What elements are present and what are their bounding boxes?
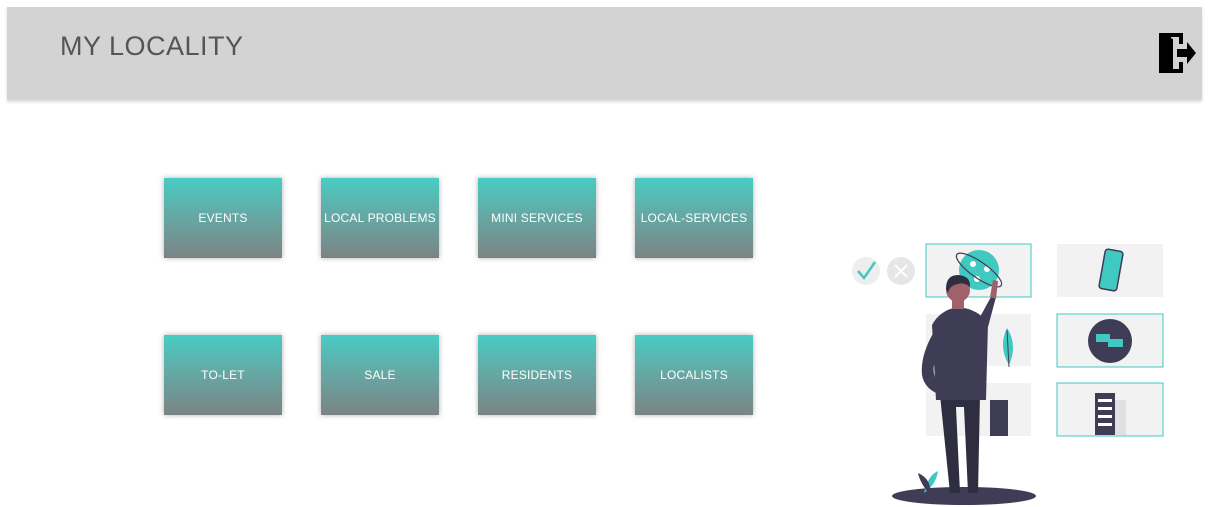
- tile-residents[interactable]: RESIDENTS: [478, 335, 596, 415]
- tile-label: LOCAL-SERVICES: [640, 211, 748, 225]
- page-title: MY LOCALITY: [60, 31, 244, 61]
- tile-label: EVENTS: [198, 211, 248, 225]
- tile-label: LOCAL PROBLEMS: [324, 211, 436, 225]
- tile-mini-services[interactable]: MINI SERVICES: [478, 178, 596, 258]
- logout-door-icon: [1159, 33, 1196, 73]
- tile-label: SALE: [364, 368, 396, 382]
- logout-button[interactable]: [1157, 32, 1197, 74]
- check-icon: [852, 257, 880, 285]
- person-choosing-illustration: [852, 243, 1164, 505]
- tile-label: MINI SERVICES: [491, 211, 583, 225]
- tile-local-services[interactable]: LOCAL-SERVICES: [635, 178, 753, 258]
- cancel-icon: [887, 257, 915, 285]
- tile-label: RESIDENTS: [501, 368, 573, 382]
- dashboard-page: MY LOCALITY EVENTS LOCAL PROBLEMS MINI S…: [0, 0, 1209, 507]
- tile-sale[interactable]: SALE: [321, 335, 439, 415]
- tile-local-problems[interactable]: LOCAL PROBLEMS: [321, 178, 439, 258]
- chat-icon: [1088, 319, 1132, 363]
- tile-label: LOCALISTS: [660, 368, 728, 382]
- tile-localists[interactable]: LOCALISTS: [635, 335, 753, 415]
- app-header: MY LOCALITY: [7, 7, 1202, 100]
- tile-to-let[interactable]: TO-LET: [164, 335, 282, 415]
- tile-events[interactable]: EVENTS: [164, 178, 282, 258]
- tile-label: TO-LET: [201, 368, 245, 382]
